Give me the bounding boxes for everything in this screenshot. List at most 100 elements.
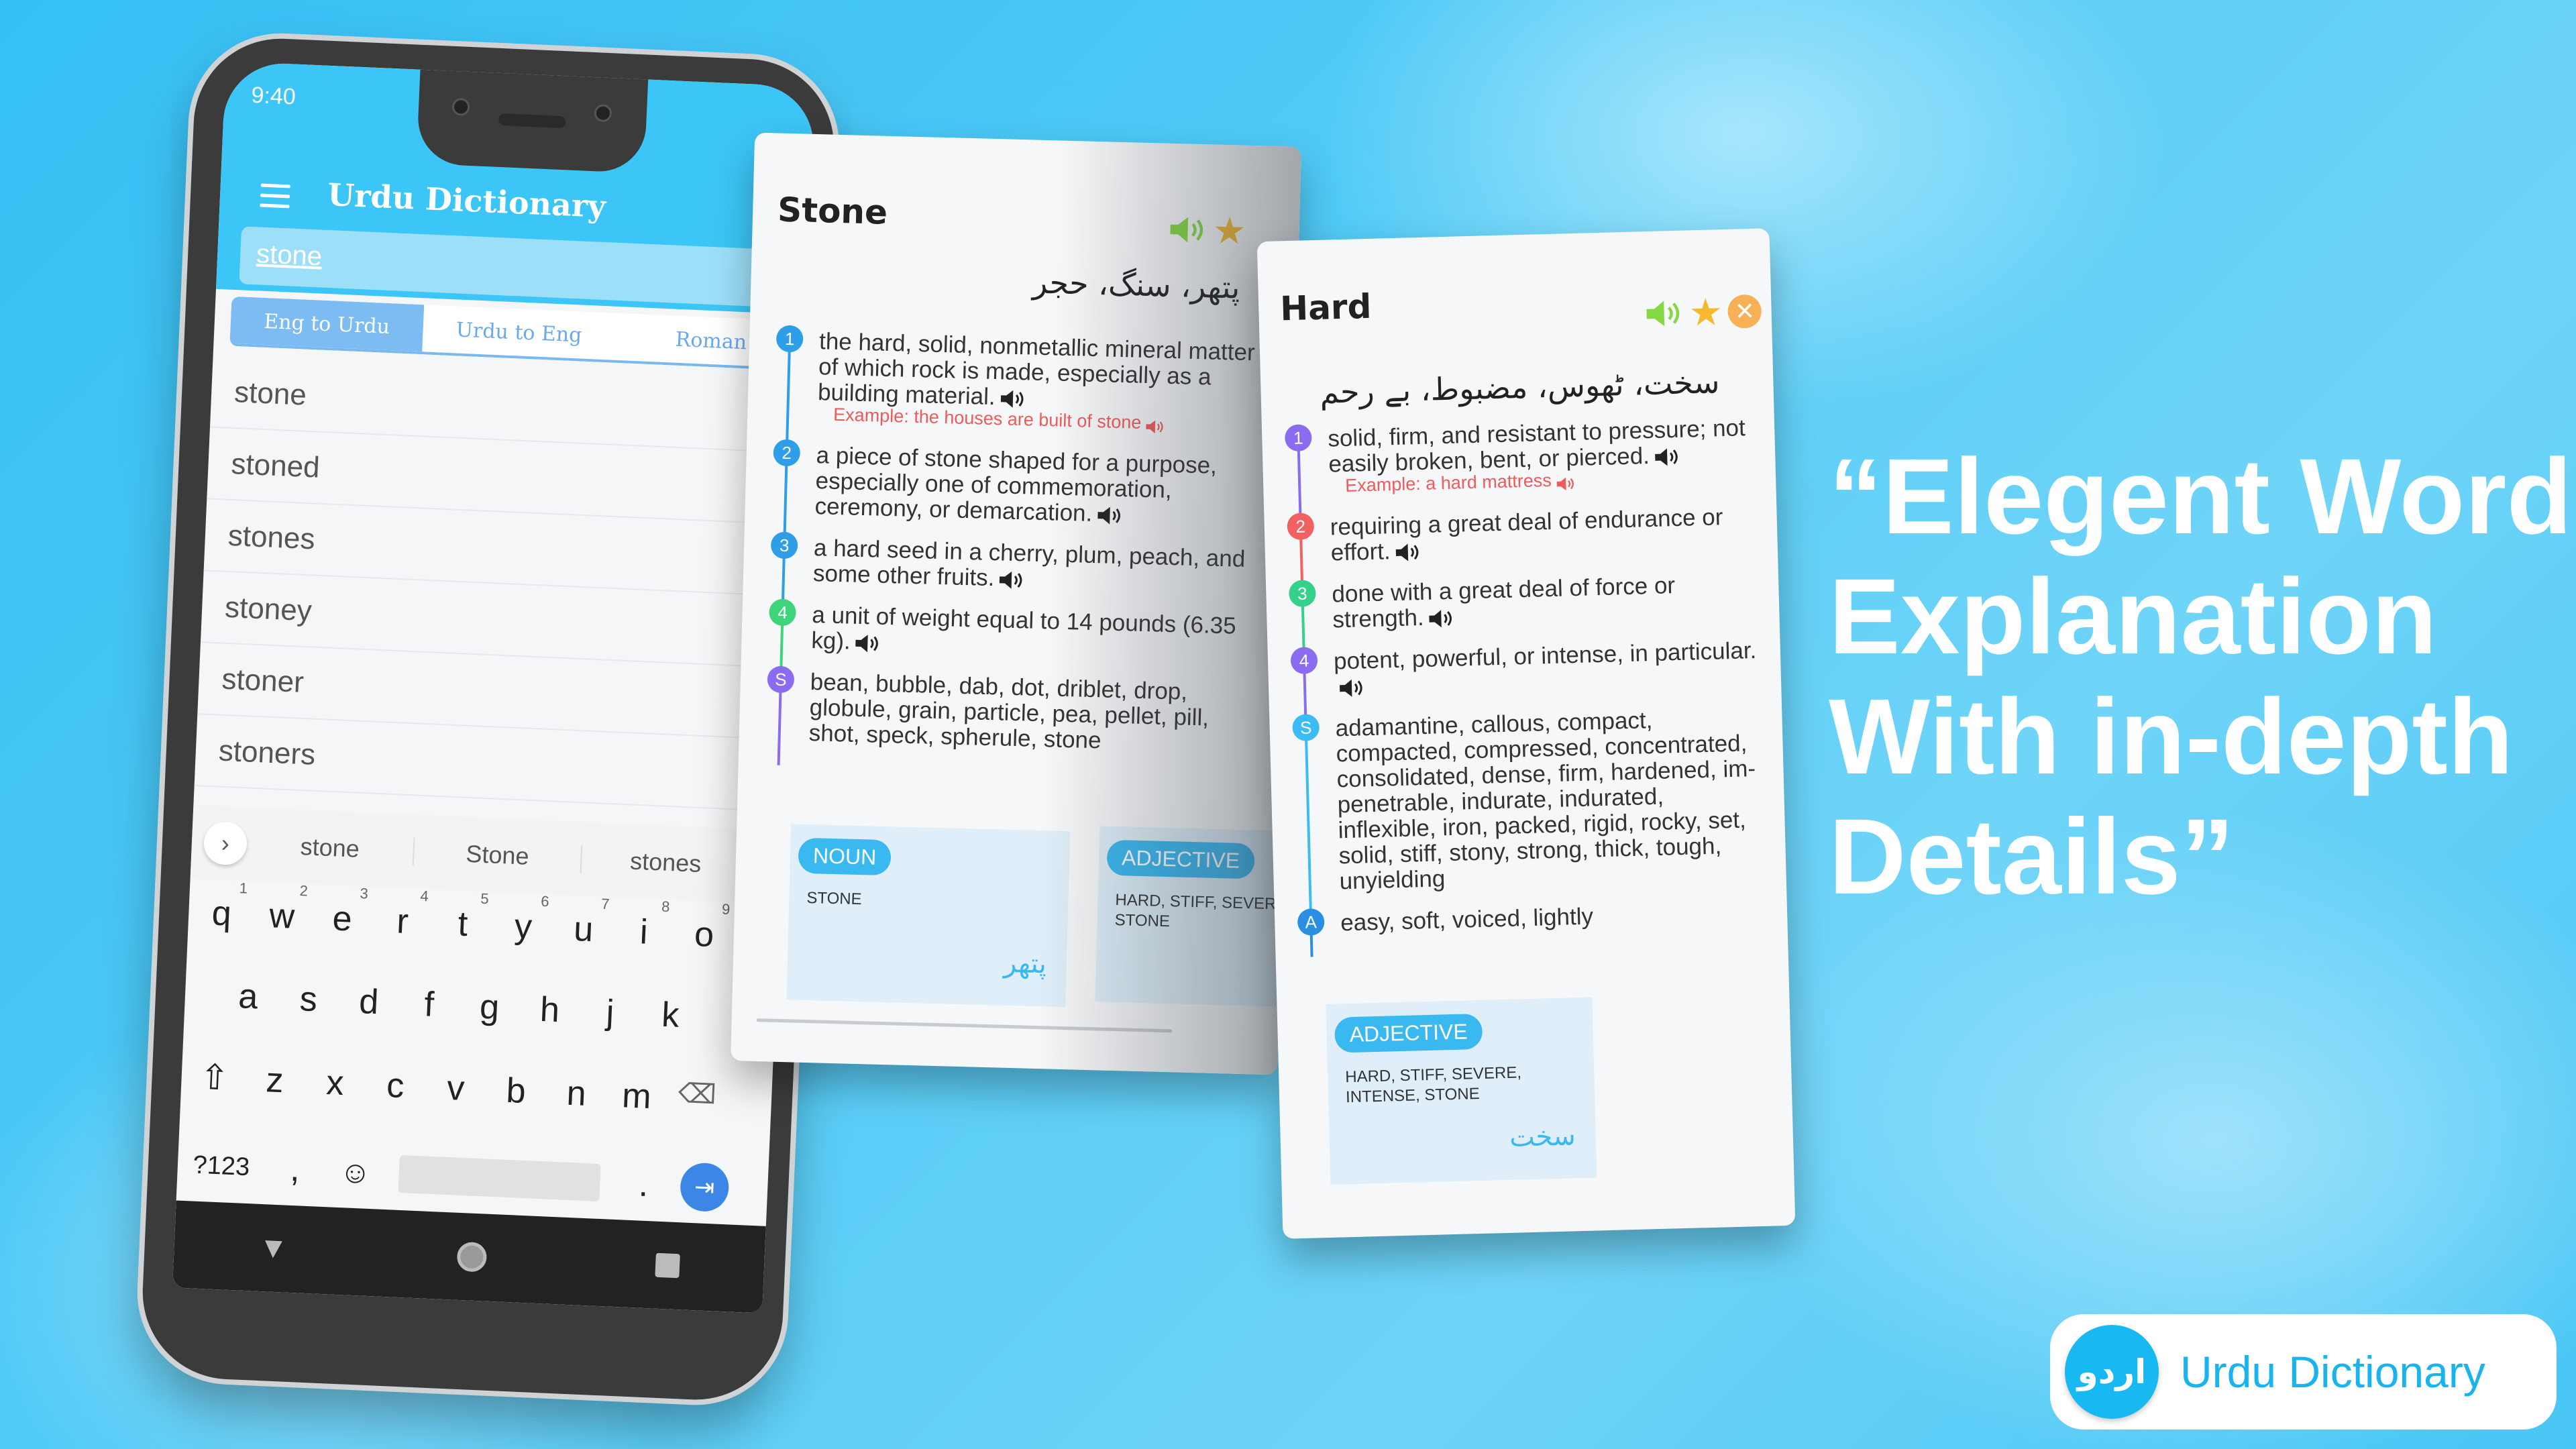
key-f[interactable]: f <box>398 983 460 1026</box>
part-of-speech-card[interactable]: ADJECTIVE HARD, STIFF, SEVERE, STONE <box>1095 826 1301 1008</box>
speaker-icon[interactable] <box>1394 542 1421 563</box>
pos-badge: ADJECTIVE <box>1334 1013 1483 1053</box>
key-d[interactable]: d <box>338 981 400 1024</box>
key-u[interactable]: u7 <box>553 896 615 951</box>
key-h[interactable]: h <box>519 989 581 1032</box>
symbols-key[interactable]: ?123 <box>177 1150 266 1183</box>
chevron-right-icon[interactable]: › <box>203 820 248 866</box>
key-label: c <box>386 1065 405 1106</box>
period-key[interactable]: . <box>612 1163 675 1206</box>
definition-marker: 4 <box>1290 647 1318 675</box>
key-label: y <box>513 907 533 947</box>
back-icon[interactable]: ▼ <box>258 1231 289 1266</box>
key-label: m <box>621 1076 652 1117</box>
key-label: n <box>566 1073 587 1114</box>
speaker-icon[interactable] <box>1556 473 1576 490</box>
key-label: s <box>299 979 319 1020</box>
recents-icon[interactable] <box>655 1252 680 1279</box>
timeline-line <box>1303 669 1307 721</box>
definition-item: Sbean, bubble, dab, dot, driblet, drop, … <box>765 665 1257 765</box>
tab-eng-to-urdu[interactable]: Eng to Urdu <box>229 296 424 352</box>
key-y[interactable]: y6 <box>492 893 555 949</box>
speaker-icon[interactable] <box>1654 447 1681 468</box>
definition-text: a piece of stone shaped for a purpose, e… <box>814 442 1218 527</box>
suggestion[interactable]: stones <box>582 845 751 880</box>
shift-icon[interactable]: ⇧ <box>183 1057 246 1099</box>
timeline-line <box>1297 447 1302 520</box>
suggestion-bar: › stone Stone stones <box>190 804 784 905</box>
space-key[interactable] <box>398 1155 601 1201</box>
key-label: q <box>211 894 233 934</box>
emoji-icon[interactable]: ☺ <box>325 1152 386 1191</box>
pos-words: HARD, STIFF, SEVERE, STONE <box>1114 891 1292 931</box>
phone-mockup: 9:40 Urdu Dictionary Eng to Urdu Urdu to… <box>139 35 838 1403</box>
key-b[interactable]: b <box>485 1069 547 1112</box>
star-icon[interactable]: ★ <box>1688 290 1723 335</box>
key-label: b <box>505 1071 527 1111</box>
headline-line: With in-depth <box>1829 676 2514 796</box>
key-v[interactable]: v <box>425 1067 487 1110</box>
speaker-icon[interactable] <box>1145 416 1166 433</box>
key-r[interactable]: r4 <box>372 888 434 943</box>
key-q[interactable]: q1 <box>191 879 253 935</box>
definition-item: 4a unit of weight equal to 14 pounds (6.… <box>768 598 1259 673</box>
example-text: Example: a hard mattress <box>1344 470 1552 496</box>
timeline-line <box>1305 737 1312 916</box>
key-m[interactable]: m <box>606 1075 668 1118</box>
key-g[interactable]: g <box>458 986 521 1029</box>
definition-text: easy, soft, voiced, lightly <box>1340 903 1594 936</box>
close-icon[interactable]: ✕ <box>1727 294 1762 329</box>
tab-enter-icon[interactable]: ⇥ <box>679 1162 730 1213</box>
key-t[interactable]: t5 <box>432 890 494 946</box>
key-n[interactable]: n <box>545 1072 608 1115</box>
card-title: Stone <box>777 190 888 232</box>
key-label: r <box>396 902 410 942</box>
speaker-icon[interactable] <box>1644 297 1684 331</box>
timeline-line <box>780 621 784 673</box>
key-c[interactable]: c <box>364 1065 427 1108</box>
definition-text: bean, bubble, dab, dot, driblet, drop, g… <box>808 669 1210 754</box>
suggestion[interactable]: stone <box>246 830 415 866</box>
keyboard-row: asd f gh j k <box>184 974 776 1040</box>
comma-key[interactable]: , <box>264 1148 327 1191</box>
suggestion[interactable]: Stone <box>413 837 583 873</box>
part-of-speech-card[interactable]: NOUN STONE پتھر <box>786 824 1071 1008</box>
tab-urdu-to-eng[interactable]: Urdu to Eng <box>422 305 616 360</box>
speaker-icon[interactable] <box>1096 505 1124 526</box>
key-k[interactable]: k <box>639 994 702 1036</box>
headline-line: “Elegent Word <box>1829 436 2573 556</box>
key-label: a <box>237 977 259 1017</box>
key-x[interactable]: x <box>304 1062 366 1105</box>
card-title: Hard <box>1279 286 1373 329</box>
speaker-icon[interactable] <box>854 633 881 653</box>
pos-urdu: پتھر <box>1003 947 1047 980</box>
key-j[interactable]: j <box>579 991 641 1034</box>
pos-section: ADJECTIVE HARD, STIFF, SEVERE, INTENSE, S… <box>1257 228 1770 1185</box>
speaker-icon[interactable] <box>1338 678 1366 698</box>
key-a[interactable]: a <box>217 975 280 1018</box>
keyboard-row: q1w2e3r4t5y6u7i8o9 <box>188 879 780 958</box>
key-s[interactable]: s <box>278 978 340 1021</box>
definition-text: requiring a great deal of endurance or e… <box>1330 504 1723 566</box>
speaker-icon[interactable] <box>998 570 1026 590</box>
hamburger-icon[interactable] <box>260 183 290 209</box>
key-z[interactable]: z <box>244 1059 306 1102</box>
key-i[interactable]: i8 <box>612 898 675 954</box>
card-actions: ★ ✕ <box>1644 289 1762 337</box>
word-card-stone: Stone ★ پتھر، سنگ، حجر 1 the hard, solid,… <box>731 132 1301 1075</box>
key-number-hint: 8 <box>661 898 670 916</box>
key-e[interactable]: e3 <box>311 885 374 941</box>
key-w[interactable]: w2 <box>251 882 313 938</box>
definition-marker: A <box>1297 908 1325 936</box>
part-of-speech-card[interactable]: ADJECTIVE HARD, STIFF, SEVERE, INTENSE, S… <box>1326 997 1597 1185</box>
star-icon[interactable]: ★ <box>1212 208 1247 253</box>
speaker-icon[interactable] <box>1168 213 1208 248</box>
backspace-icon[interactable]: ⌫ <box>666 1077 729 1120</box>
headline-line: Details” <box>1829 796 2235 916</box>
horizontal-scrollbar[interactable] <box>756 1018 1173 1033</box>
definition-marker: 2 <box>773 439 801 467</box>
definition-text: potent, powerful, or intense, in particu… <box>1333 637 1757 675</box>
home-icon[interactable] <box>456 1241 488 1273</box>
speaker-icon[interactable] <box>1428 608 1455 629</box>
key-o[interactable]: o9 <box>673 901 735 956</box>
